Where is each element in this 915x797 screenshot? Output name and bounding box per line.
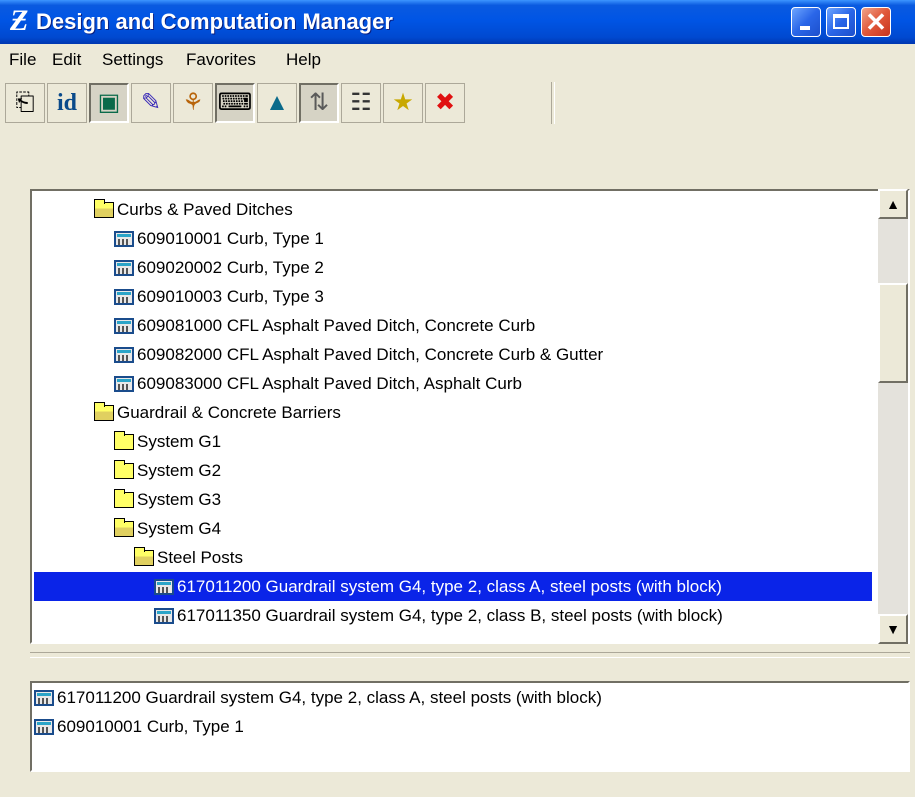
tree-item-label: Curbs & Paved Ditches (117, 200, 293, 219)
new-folder-button[interactable]: ★ (383, 83, 423, 123)
calculator-icon (34, 689, 54, 706)
category-tree[interactable]: Curbs & Paved Ditches 609010001 Curb, Ty… (30, 189, 910, 644)
tree-folder-system-g4[interactable]: System G4 (114, 514, 221, 543)
title-bar[interactable]: Ƶ Design and Computation Manager ✕ (0, 0, 915, 44)
calculator-icon (34, 718, 54, 735)
tree-item[interactable]: 609010003 Curb, Type 3 (114, 282, 324, 311)
delete-button[interactable]: ✖ (425, 83, 465, 123)
calculator-icon (114, 288, 134, 305)
tree-item-label: System G2 (137, 461, 222, 480)
scroll-track[interactable] (878, 219, 908, 614)
tree-item-label: 609083000 CFL Asphalt Paved Ditch, Aspha… (137, 374, 522, 393)
folder-open-icon (134, 546, 154, 566)
tree-item-label: System G1 (137, 432, 222, 451)
folder-icon (114, 488, 134, 508)
selection-list[interactable]: 617011200 Guardrail system G4, type 2, c… (30, 681, 910, 772)
monitor-button[interactable]: ▣ (89, 83, 129, 123)
panel-splitter[interactable] (30, 652, 910, 658)
arrows-button[interactable]: ⇅ (299, 83, 339, 123)
delete-icon: ✖ (434, 89, 456, 116)
tree-item-label: 609081000 CFL Asphalt Paved Ditch, Concr… (137, 316, 536, 335)
close-icon: ✕ (865, 7, 887, 37)
monitor-icon: ▣ (97, 89, 121, 116)
tree-item[interactable]: 609081000 CFL Asphalt Paved Ditch, Concr… (114, 311, 535, 340)
tree-item-label: 609010001 Curb, Type 1 (137, 229, 324, 248)
scroll-down-button[interactable]: ▼ (878, 614, 908, 644)
tree-folder-guardrail[interactable]: Guardrail & Concrete Barriers (94, 398, 341, 427)
tree-item[interactable]: 609082000 CFL Asphalt Paved Ditch, Concr… (114, 340, 603, 369)
maximize-button[interactable] (826, 7, 856, 37)
tree-item[interactable]: 609010001 Curb, Type 1 (114, 224, 324, 253)
id-button[interactable]: id (47, 83, 87, 123)
tree-folder-curbs[interactable]: Curbs & Paved Ditches (94, 195, 293, 224)
tree-item-label: Steel Posts (157, 548, 243, 567)
tree-item-label: System G3 (137, 490, 222, 509)
scroll-thumb[interactable] (878, 283, 908, 383)
minimize-button[interactable] (791, 7, 821, 37)
list-item-label: 609010001 Curb, Type 1 (57, 717, 244, 736)
draw-icon: ✎ (140, 89, 162, 116)
minimize-icon (800, 26, 810, 30)
tree-item-label: Guardrail & Concrete Barriers (117, 403, 341, 422)
tree-item-label: 617011350 Guardrail system G4, type 2, c… (177, 606, 723, 625)
draw-button[interactable]: ✎ (131, 83, 171, 123)
keyboard-button[interactable]: ⌨ (215, 83, 255, 123)
folder-icon (114, 459, 134, 479)
tree-item[interactable]: 609083000 CFL Asphalt Paved Ditch, Aspha… (114, 369, 522, 398)
id-icon: id (56, 90, 77, 116)
app-icon: Ƶ (10, 4, 29, 37)
tree-folder-steel-posts[interactable]: Steel Posts (134, 543, 243, 572)
tree-folder-system-g3[interactable]: System G3 (114, 485, 221, 514)
tree-item-label: 609010003 Curb, Type 3 (137, 287, 324, 306)
tree-folder-system-g1[interactable]: System G1 (114, 427, 221, 456)
tree-item-label: System G4 (137, 519, 222, 538)
arrows-icon: ⇅ (308, 89, 330, 116)
tree-item-label: 617011200 Guardrail system G4, type 2, c… (177, 577, 722, 596)
list-item[interactable]: 609010001 Curb, Type 1 (34, 712, 244, 741)
tree-item-label: 609020002 Curb, Type 2 (137, 258, 324, 277)
list-item[interactable]: 617011200 Guardrail system G4, type 2, c… (34, 683, 602, 712)
calculator-icon (114, 375, 134, 392)
calculator-icon (114, 346, 134, 363)
tree-scrollbar[interactable]: ▲ ▼ (878, 189, 908, 644)
menu-help[interactable]: Help (286, 50, 321, 70)
folder-open-icon (94, 198, 114, 218)
notepad-button[interactable]: ☷ (341, 83, 381, 123)
menu-settings[interactable]: Settings (102, 50, 163, 70)
scroll-up-button[interactable]: ▲ (878, 189, 908, 219)
calculator-icon (114, 317, 134, 334)
calculator-icon (114, 230, 134, 247)
menu-file[interactable]: File (9, 50, 36, 70)
toolbar: ⎗ id ▣ ✎ ⚘ ⌨ ▲ ⇅ ☷ ★ ✖ (0, 74, 915, 144)
tree-item[interactable]: 609020002 Curb, Type 2 (114, 253, 324, 282)
palette-icon: ⚘ (182, 89, 204, 116)
maximize-icon (833, 14, 849, 29)
folder-icon (114, 430, 134, 450)
shapes-button[interactable]: ▲ (257, 83, 297, 123)
calculator-icon (154, 607, 174, 624)
tree-item-label: 609082000 CFL Asphalt Paved Ditch, Concr… (137, 345, 604, 364)
folder-open-icon (94, 401, 114, 421)
menu-bar: File Edit Settings Favorites Help (0, 44, 915, 74)
toolbar-divider (551, 82, 555, 124)
calculator-icon (114, 259, 134, 276)
menu-edit[interactable]: Edit (52, 50, 81, 70)
tree-folder-system-g2[interactable]: System G2 (114, 456, 221, 485)
list-item-label: 617011200 Guardrail system G4, type 2, c… (57, 688, 602, 707)
window-title: Design and Computation Manager (36, 9, 393, 34)
ruler-button[interactable]: ⎗ (5, 83, 45, 123)
calculator-icon (154, 578, 174, 595)
ruler-icon: ⎗ (15, 89, 35, 116)
keyboard-icon: ⌨ (217, 89, 253, 116)
folder-open-icon (114, 517, 134, 537)
close-button[interactable]: ✕ (861, 7, 891, 37)
dcm-window: Ƶ Design and Computation Manager ✕ File … (0, 0, 915, 797)
palette-button[interactable]: ⚘ (173, 83, 213, 123)
tree-item-selected[interactable]: 617011200 Guardrail system G4, type 2, c… (34, 572, 872, 601)
notepad-icon: ☷ (350, 89, 372, 116)
menu-favorites[interactable]: Favorites (186, 50, 256, 70)
tree-item[interactable]: 617011350 Guardrail system G4, type 2, c… (154, 601, 723, 630)
shapes-icon: ▲ (265, 89, 289, 116)
new-folder-icon: ★ (392, 89, 414, 116)
